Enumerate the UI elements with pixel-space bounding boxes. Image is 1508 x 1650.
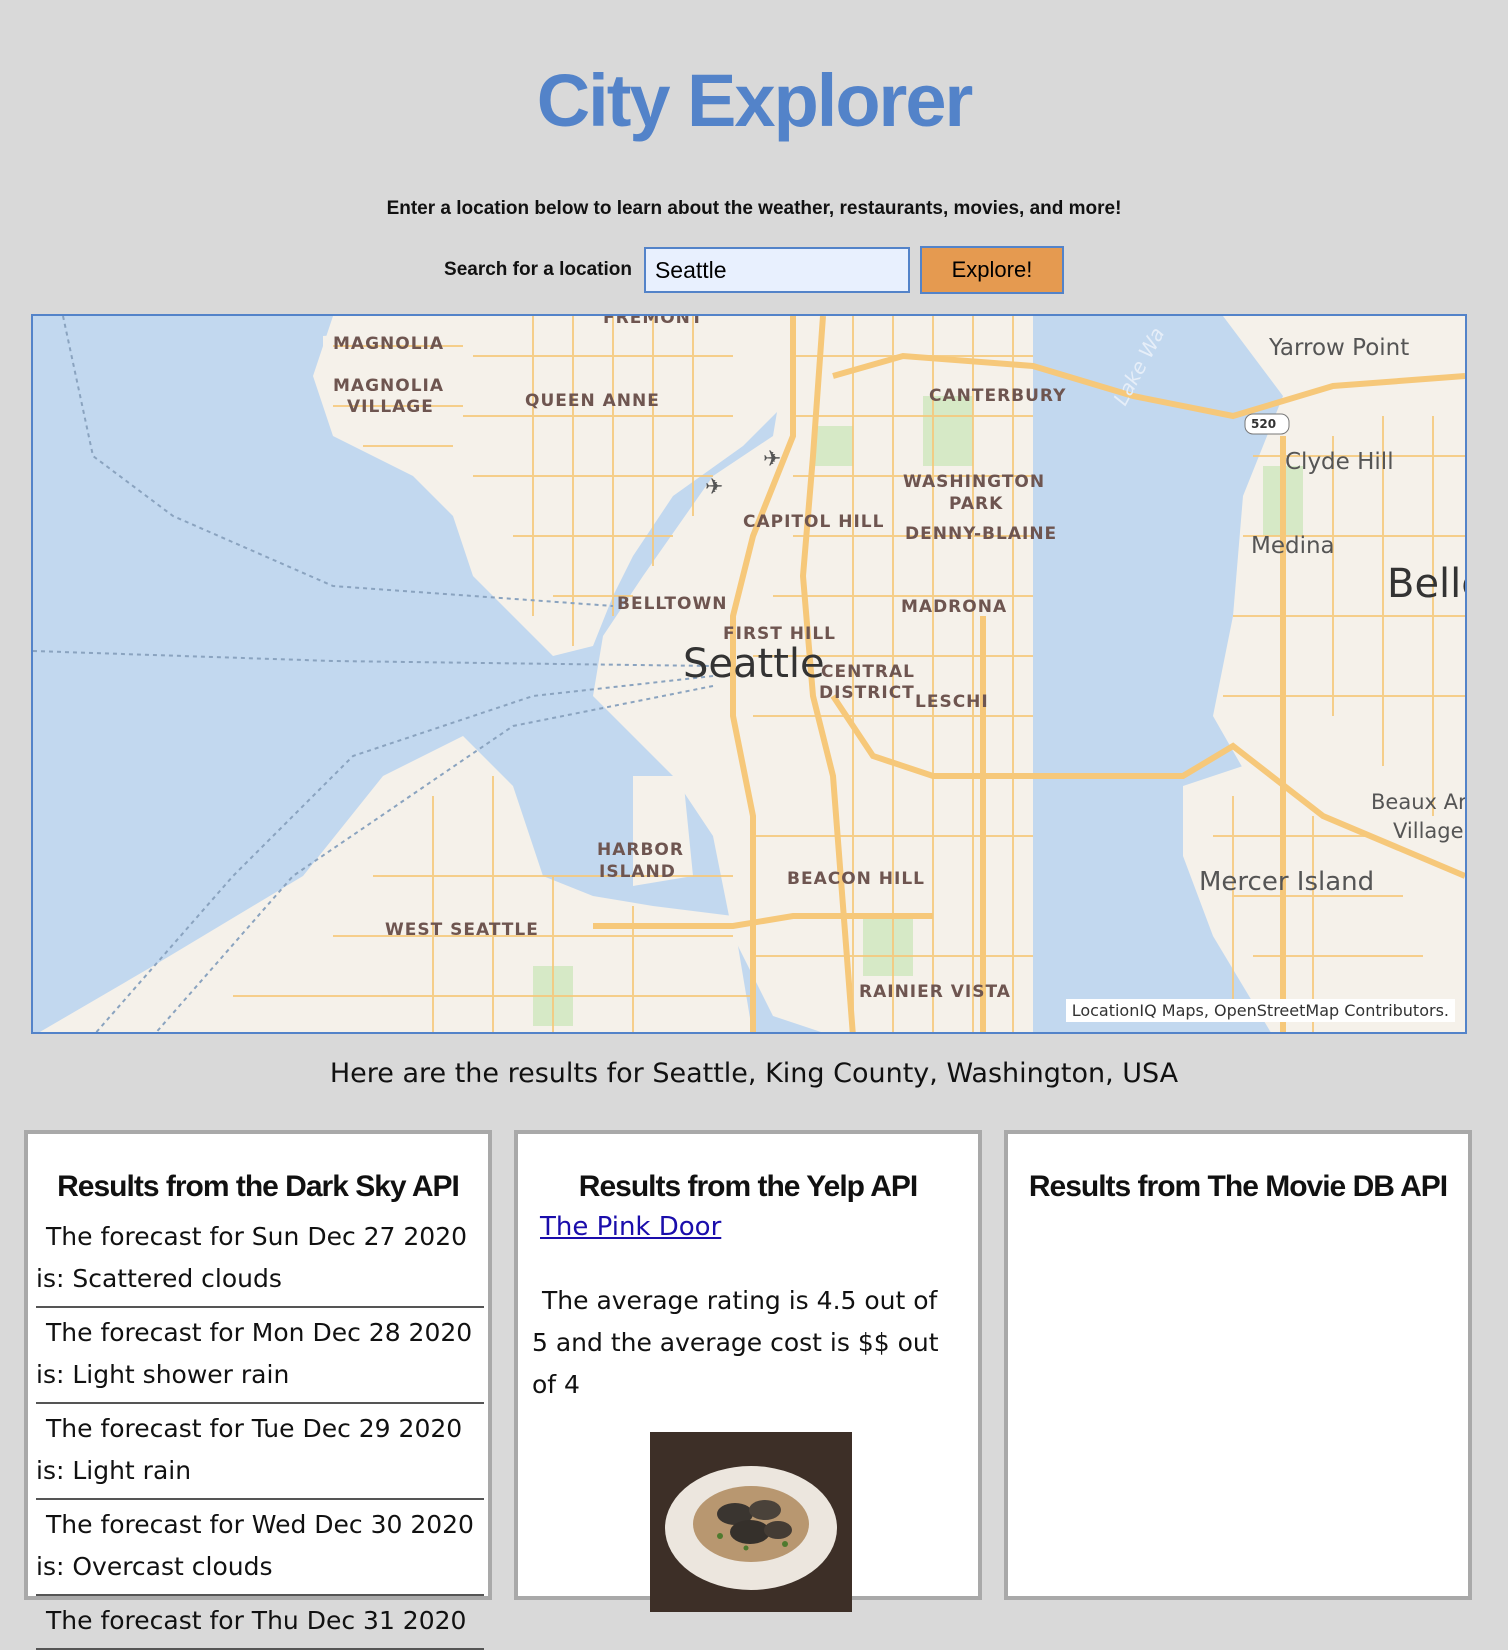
map[interactable]: ✈ ✈ MAGNOLIA MAGNOLIA VILLAGE FREMONT QU… <box>31 314 1467 1034</box>
forecast-item: The forecast for Tue Dec 29 2020 is: Lig… <box>36 1404 484 1500</box>
map-label-capitol-hill: CAPITOL HILL <box>743 512 885 532</box>
tagline: Enter a location below to learn about th… <box>386 198 1122 219</box>
forecast-item: The forecast for Wed Dec 30 2020 is: Ove… <box>36 1500 484 1596</box>
darksky-panel: Results from the Dark Sky API The foreca… <box>24 1130 492 1650</box>
restaurant-image <box>650 1432 852 1612</box>
map-label-magnolia: MAGNOLIA <box>333 334 445 354</box>
map-label-beacon-hill: BEACON HILL <box>787 869 926 889</box>
map-label-washington-park: WASHINGTON <box>903 472 1046 492</box>
yelp-heading: Results from the Yelp API <box>578 1170 918 1203</box>
map-label-fremont: FREMONT <box>603 314 704 328</box>
map-label-beaux-arts: Village <box>1393 819 1464 843</box>
airport-icon: ✈ <box>705 475 723 500</box>
map-label-queen-anne: QUEEN ANNE <box>525 391 660 411</box>
map-label-canterbury: CANTERBURY <box>929 386 1067 406</box>
search-label: Search for a location <box>444 259 632 280</box>
map-label-west-seattle: WEST SEATTLE <box>385 920 539 940</box>
map-label-mercer-island: Mercer Island <box>1199 867 1375 897</box>
explore-button[interactable]: Explore! <box>919 246 1064 294</box>
page-title: City Explorer <box>536 59 974 142</box>
search-form: Search for a location Explore! <box>0 246 1508 294</box>
map-label-beaux-arts: Beaux Ar <box>1371 790 1467 814</box>
moviedb-heading: Results from The Movie DB API <box>1028 1170 1448 1203</box>
map-label-yarrow-point: Yarrow Point <box>1269 335 1410 361</box>
map-park <box>863 916 913 976</box>
map-label-magnolia-village: MAGNOLIA <box>333 376 445 396</box>
restaurant-link[interactable]: The Pink Door <box>540 1212 978 1242</box>
moviedb-panel: Results from The Movie DB API <box>1004 1130 1472 1600</box>
map-label-rainier-vista: RAINIER VISTA <box>859 982 1011 1002</box>
map-label-washington-park: PARK <box>949 494 1004 514</box>
search-input[interactable] <box>643 247 910 293</box>
map-label-denny-blaine: DENNY-BLAINE <box>905 524 1058 544</box>
darksky-heading: Results from the Dark Sky API <box>57 1170 460 1203</box>
forecast-item: The forecast for Mon Dec 28 2020 is: Lig… <box>36 1308 484 1404</box>
airport-icon: ✈ <box>763 447 781 472</box>
map-label-leschi: LESCHI <box>915 692 989 712</box>
map-label-harbor-island: HARBOR <box>597 840 684 860</box>
map-label-magnolia-village: VILLAGE <box>347 397 434 417</box>
map-label-madrona: MADRONA <box>901 597 1008 617</box>
map-label-seattle: Seattle <box>683 641 825 687</box>
map-park <box>813 426 853 466</box>
map-label-clyde-hill: Clyde Hill <box>1285 449 1394 475</box>
forecast-item: The forecast for Thu Dec 31 2020 <box>36 1596 484 1650</box>
results-heading: Here are the results for Seattle, King C… <box>329 1058 1179 1089</box>
map-label-belltown: BELLTOWN <box>617 594 728 614</box>
map-attribution: LocationIQ Maps, OpenStreetMap Contribut… <box>1065 999 1455 1022</box>
yelp-panel: Results from the Yelp API The Pink Door … <box>514 1130 982 1612</box>
map-label-medina: Medina <box>1251 533 1335 559</box>
map-label-bellevue: Belle <box>1387 561 1465 607</box>
map-label-central-district: CENTRAL <box>821 662 915 682</box>
restaurant-summary: The average rating is 4.5 out of 5 and t… <box>532 1286 939 1399</box>
map-label-route-520: 520 <box>1251 417 1277 431</box>
forecast-item: The forecast for Sun Dec 27 2020 is: Sca… <box>36 1212 484 1308</box>
map-label-harbor-island: ISLAND <box>599 862 676 882</box>
map-label-central-district: DISTRICT <box>819 683 915 703</box>
